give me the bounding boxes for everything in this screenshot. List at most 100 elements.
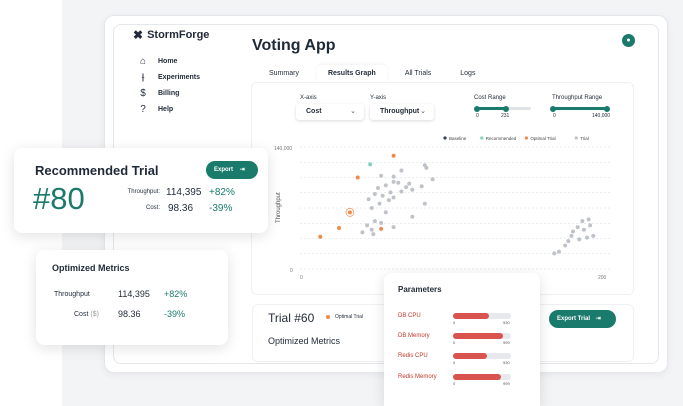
yaxis-label: Y-axis [370, 95, 387, 101]
parameter-max: 930 [503, 360, 510, 365]
parameters-title: Parameters [398, 285, 442, 294]
cost-range-min-handle[interactable] [474, 105, 480, 112]
trial-point [591, 233, 596, 238]
trial-title: Trial #60 [268, 311, 315, 325]
tab-logs[interactable]: Logs [449, 65, 486, 82]
brand-logo[interactable]: ✖ StormForge [133, 28, 209, 42]
export-trial-button-label: Export Trial [557, 316, 591, 322]
metric-cost-label-group: Cost ($) [74, 311, 99, 318]
cost-range-max-handle[interactable] [503, 105, 509, 112]
home-icon: ⌂ [139, 55, 147, 67]
trial-point [419, 184, 424, 189]
plot-legend: Baseline Recommended Optimal Trial Trial [443, 136, 589, 141]
throughput-range-max-handle[interactable] [604, 105, 610, 112]
sidebar-item-billing[interactable]: $ Billing [136, 85, 200, 101]
trial-point [366, 197, 371, 202]
user-avatar[interactable]: ● [622, 34, 635, 47]
trial-point [391, 195, 396, 200]
sidebar-item-label: Billing [158, 89, 180, 97]
legend-label: Recommended [486, 136, 517, 141]
throughput-range-label: Throughput Range [552, 95, 603, 101]
plot-grid [300, 146, 612, 270]
sidebar-item-experiments[interactable]: ⫲ Experiments [136, 69, 200, 85]
parameter-max: 999 [503, 381, 510, 386]
trial-point [396, 180, 401, 185]
throughput-delta: +82% [209, 187, 235, 198]
y-tick-label: 0 [290, 268, 293, 274]
recommended-trial-number: #80 [33, 181, 85, 216]
trial-point [399, 189, 404, 194]
trial-point [577, 237, 582, 242]
cost-label: Cost: [145, 205, 160, 211]
cost-delta: -39% [209, 203, 233, 214]
trial-point [379, 220, 384, 225]
trial-point [430, 177, 435, 182]
trial-point [424, 165, 429, 170]
throughput-value: 114,395 [166, 187, 202, 198]
arrow-right-icon: ⇥ [239, 167, 245, 173]
metric-cost-value: 98.36 [118, 309, 141, 319]
parameter-value-bar [453, 333, 503, 339]
trial-point [422, 201, 427, 206]
parameter-value-bar [453, 353, 487, 359]
trial-point [376, 185, 380, 190]
trial-point [566, 239, 571, 244]
scatter-plot: Baseline Recommended Optimal Trial Trial 14… [274, 136, 612, 281]
sidebar-item-help[interactable]: ? Help [136, 101, 200, 117]
legend-marker [524, 136, 528, 140]
optimal-dot-icon [326, 315, 330, 319]
trial-point [360, 230, 365, 235]
tab-all-trials[interactable]: All Trials [394, 65, 442, 82]
legend-item: Baseline [443, 136, 467, 141]
trial-point [379, 173, 384, 178]
recommended-point [368, 162, 373, 167]
throughput-range-max: 140,000 [592, 113, 611, 119]
y-axis-label: Throughput [276, 192, 282, 223]
sidebar-item-label: Help [158, 105, 174, 113]
trial-point [380, 193, 385, 198]
tab-summary[interactable]: Summary [258, 65, 310, 82]
trial-point [552, 251, 557, 256]
export-trial-button[interactable]: Export Trial ⇥ [549, 310, 616, 328]
yaxis-value: Throughput [380, 108, 420, 115]
x-tick-label: 200 [598, 275, 607, 281]
optimal-trial-point [355, 175, 360, 180]
trial-point [410, 187, 415, 192]
sidebar-item-home[interactable]: ⌂ Home [136, 53, 200, 69]
legend-item: Recommended [480, 136, 517, 141]
trial-point [391, 179, 396, 184]
yaxis-select[interactable]: Throughput ⌄ [370, 104, 434, 120]
cost-value: 98.36 [168, 203, 194, 214]
legend-item: Optimal Trial [524, 136, 556, 141]
export-button[interactable]: Export ⇥ [206, 161, 258, 179]
trial-point [383, 183, 388, 188]
user-icon: ● [626, 37, 631, 44]
sidebar-item-label: Home [158, 57, 178, 65]
throughput-range-fill [553, 107, 608, 110]
legend-label: Baseline [449, 136, 467, 141]
parameter-min: 0 [453, 381, 456, 386]
metric-cost-delta: -39% [164, 309, 186, 319]
legend-item: Trial [574, 136, 589, 141]
optimal-trial-badge: Optimal Trial [326, 314, 363, 320]
trial-point [391, 225, 396, 230]
trial-point [410, 214, 415, 219]
cost-range-label: Cost Range [474, 95, 506, 101]
metric-throughput-value: 114,395 [118, 289, 150, 299]
trial-point [588, 223, 593, 228]
metric-cost-label: Cost [74, 311, 89, 318]
parameter-max: 930 [503, 320, 510, 325]
legend-marker [480, 136, 484, 140]
optimal-trial-badge-label: Optimal Trial [335, 314, 364, 320]
legend-marker [443, 136, 447, 140]
trial-point [388, 190, 393, 195]
tab-results-graph[interactable]: Results Graph [316, 65, 387, 82]
trial-point [580, 219, 585, 224]
trial-point [365, 223, 370, 228]
throughput-range-min-handle[interactable] [550, 105, 556, 112]
optimized-metrics-title: Optimized Metrics [52, 263, 130, 273]
legend-label: Trial [580, 136, 589, 141]
xaxis-select[interactable]: Cost ⌄ [296, 104, 364, 120]
trial-point [556, 249, 561, 254]
plot-marks [318, 153, 596, 256]
